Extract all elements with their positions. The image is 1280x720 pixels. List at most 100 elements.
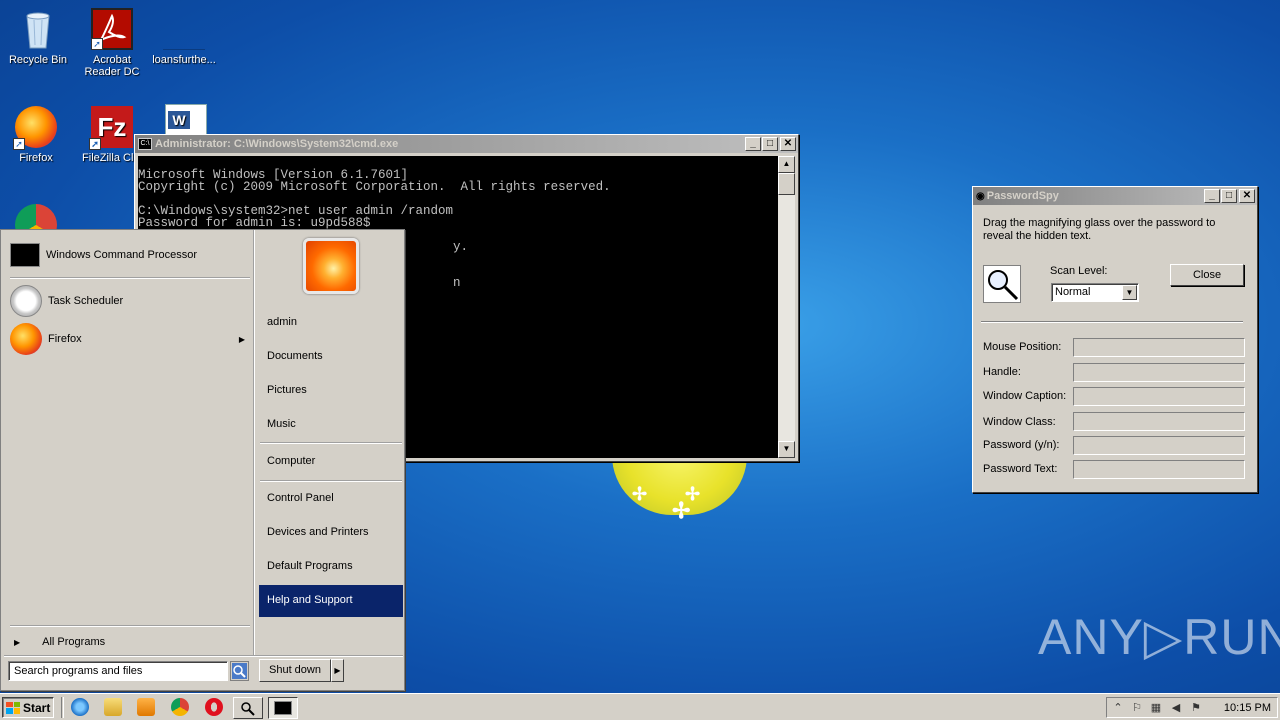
start-menu-split — [253, 230, 255, 655]
place-documents[interactable]: Documents — [259, 341, 403, 373]
passwordspy-window[interactable]: ◉ PasswordSpy _ □ ✕ Drag the magnifying … — [972, 186, 1258, 493]
shortcut-arrow-icon: ➚ — [91, 38, 103, 50]
console-line: Password for admin is: u9pd588$ — [138, 216, 371, 230]
password-yn-field — [1073, 436, 1245, 455]
clock-icon — [10, 285, 42, 317]
taskbar-grip — [61, 697, 64, 718]
passwordspy-titlebar[interactable]: ◉ PasswordSpy _ □ ✕ — [973, 187, 1257, 205]
cmd-task[interactable] — [268, 697, 298, 719]
place-admin[interactable]: admin — [259, 307, 403, 339]
close-button[interactable]: ✕ — [780, 137, 796, 151]
scroll-down-icon[interactable]: ▼ — [778, 441, 795, 458]
field-label: Mouse Position: — [983, 341, 1062, 353]
desktop-icon-firefox[interactable]: ➚ Firefox — [0, 106, 74, 164]
all-programs-button[interactable]: ▶ All Programs — [10, 633, 250, 651]
vertical-scrollbar[interactable]: ▲ ▼ — [778, 156, 795, 458]
console-line: Copyright (c) 2009 Microsoft Corporation… — [138, 180, 611, 194]
place-default-programs[interactable]: Default Programs — [259, 551, 403, 583]
shutdown-button[interactable]: Shut down — [259, 659, 331, 682]
place-control-panel[interactable]: Control Panel — [259, 483, 403, 515]
start-button[interactable]: Start — [2, 697, 54, 718]
start-label: Start — [23, 700, 51, 715]
opera-icon[interactable] — [205, 698, 223, 716]
window-class-field — [1073, 412, 1245, 431]
maximize-button[interactable]: □ — [762, 137, 778, 151]
shutdown-options-button[interactable]: ▶ — [331, 659, 344, 682]
pinned-firefox[interactable]: Firefox ▶ — [4, 322, 253, 356]
show-hidden-icons[interactable]: ⌃ — [1111, 701, 1125, 715]
explorer-folder-icon[interactable] — [104, 698, 122, 716]
place-music[interactable]: Music — [259, 409, 403, 441]
flag-icon[interactable]: ⚑ — [1189, 701, 1203, 715]
internet-explorer-icon[interactable] — [71, 698, 89, 716]
windows-logo-icon — [6, 701, 20, 714]
firefox-icon: ➚ — [13, 106, 57, 150]
field-label: Window Caption: — [983, 390, 1067, 402]
action-center-icon[interactable]: ⚐ — [1130, 701, 1144, 715]
place-help-support[interactable]: Help and Support — [259, 585, 403, 617]
scroll-up-icon[interactable]: ▲ — [778, 156, 795, 173]
taskbar: Start ⌃ ⚐ ▦ ◀ ⚑ 10:15 PM — [0, 693, 1280, 720]
start-menu: Windows Command Processor Task Scheduler… — [0, 229, 405, 691]
cmd-titlebar[interactable]: C:\ Administrator: C:\Windows\System32\c… — [135, 135, 798, 153]
media-player-icon[interactable] — [137, 698, 155, 716]
desktop-icon-loansfurther[interactable]: loansfurthe... — [146, 8, 222, 66]
user-avatar[interactable] — [303, 238, 359, 294]
magnifying-glass-icon[interactable] — [983, 265, 1021, 303]
password-text-field — [1073, 460, 1245, 479]
window-caption-field — [1073, 387, 1245, 406]
play-arrow-icon: ▶ — [14, 637, 21, 647]
acrobat-reader-icon: ➚ — [91, 8, 133, 50]
volume-icon[interactable]: ◀ — [1169, 701, 1183, 715]
passwordspy-task[interactable] — [233, 697, 263, 719]
chrome-icon[interactable] — [171, 698, 189, 716]
close-button[interactable]: ✕ — [1239, 189, 1255, 203]
filezilla-icon: Fz ➚ — [89, 106, 133, 150]
place-devices-printers[interactable]: Devices and Printers — [259, 517, 403, 549]
desktop-icon-label: FileZilla Clie — [82, 152, 142, 164]
pinned-task-scheduler[interactable]: Task Scheduler — [4, 284, 253, 318]
clock[interactable]: 10:15 PM — [1224, 702, 1271, 714]
start-menu-programs: Windows Command Processor Task Scheduler… — [4, 233, 253, 651]
minimize-button[interactable]: _ — [745, 137, 761, 151]
mouse-position-field — [1073, 338, 1245, 357]
place-pictures[interactable]: Pictures — [259, 375, 403, 407]
field-label: Window Class: — [983, 416, 1056, 428]
scan-level-value: Normal — [1055, 286, 1091, 298]
sparkle-icon: ✢ — [632, 484, 648, 504]
divider — [10, 277, 250, 279]
shortcut-arrow-icon: ➚ — [13, 138, 25, 150]
desktop-icon-acrobat[interactable]: ➚ Acrobat Reader DC — [74, 8, 150, 78]
maximize-button[interactable]: □ — [1221, 189, 1237, 203]
scan-level-label: Scan Level: — [1050, 265, 1108, 277]
start-menu-bottom-separator — [4, 655, 403, 657]
all-programs-label: All Programs — [42, 636, 106, 648]
passwordspy-title: PasswordSpy — [986, 190, 1059, 202]
divider — [260, 442, 402, 444]
minimize-button[interactable]: _ — [1204, 189, 1220, 203]
divider — [260, 480, 402, 482]
scroll-thumb[interactable] — [778, 173, 795, 195]
sparkle-icon: ✢ — [672, 498, 691, 523]
place-computer[interactable]: Computer — [259, 446, 403, 478]
desktop-icon-recycle-bin[interactable]: Recycle Bin — [0, 8, 76, 66]
desktop-icon-label: Firefox — [19, 152, 53, 164]
divider — [10, 625, 250, 627]
cmd-title: Administrator: C:\Windows\System32\cmd.e… — [155, 138, 399, 150]
desktop-icon-label: Acrobat Reader DC — [84, 54, 140, 78]
field-label: Password (y/n): — [983, 439, 1060, 451]
scan-level-select[interactable]: Normal ▼ — [1051, 283, 1139, 302]
field-label: Handle: — [983, 366, 1021, 378]
network-icon[interactable]: ▦ — [1149, 701, 1163, 715]
divider — [981, 321, 1243, 323]
search-input[interactable]: Search programs and files — [8, 661, 228, 681]
cmd-icon — [10, 243, 40, 267]
desktop-icon-label: Recycle Bin — [8, 54, 68, 66]
chevron-down-icon[interactable]: ▼ — [1122, 285, 1137, 300]
recycle-bin-icon — [17, 8, 59, 50]
cmd-icon — [274, 701, 292, 715]
close-dialog-button[interactable]: Close — [1170, 264, 1244, 286]
search-icon[interactable] — [230, 661, 249, 681]
pinned-cmd[interactable]: Windows Command Processor — [4, 238, 253, 272]
passwordspy-description: Drag the magnifying glass over the passw… — [983, 217, 1216, 242]
